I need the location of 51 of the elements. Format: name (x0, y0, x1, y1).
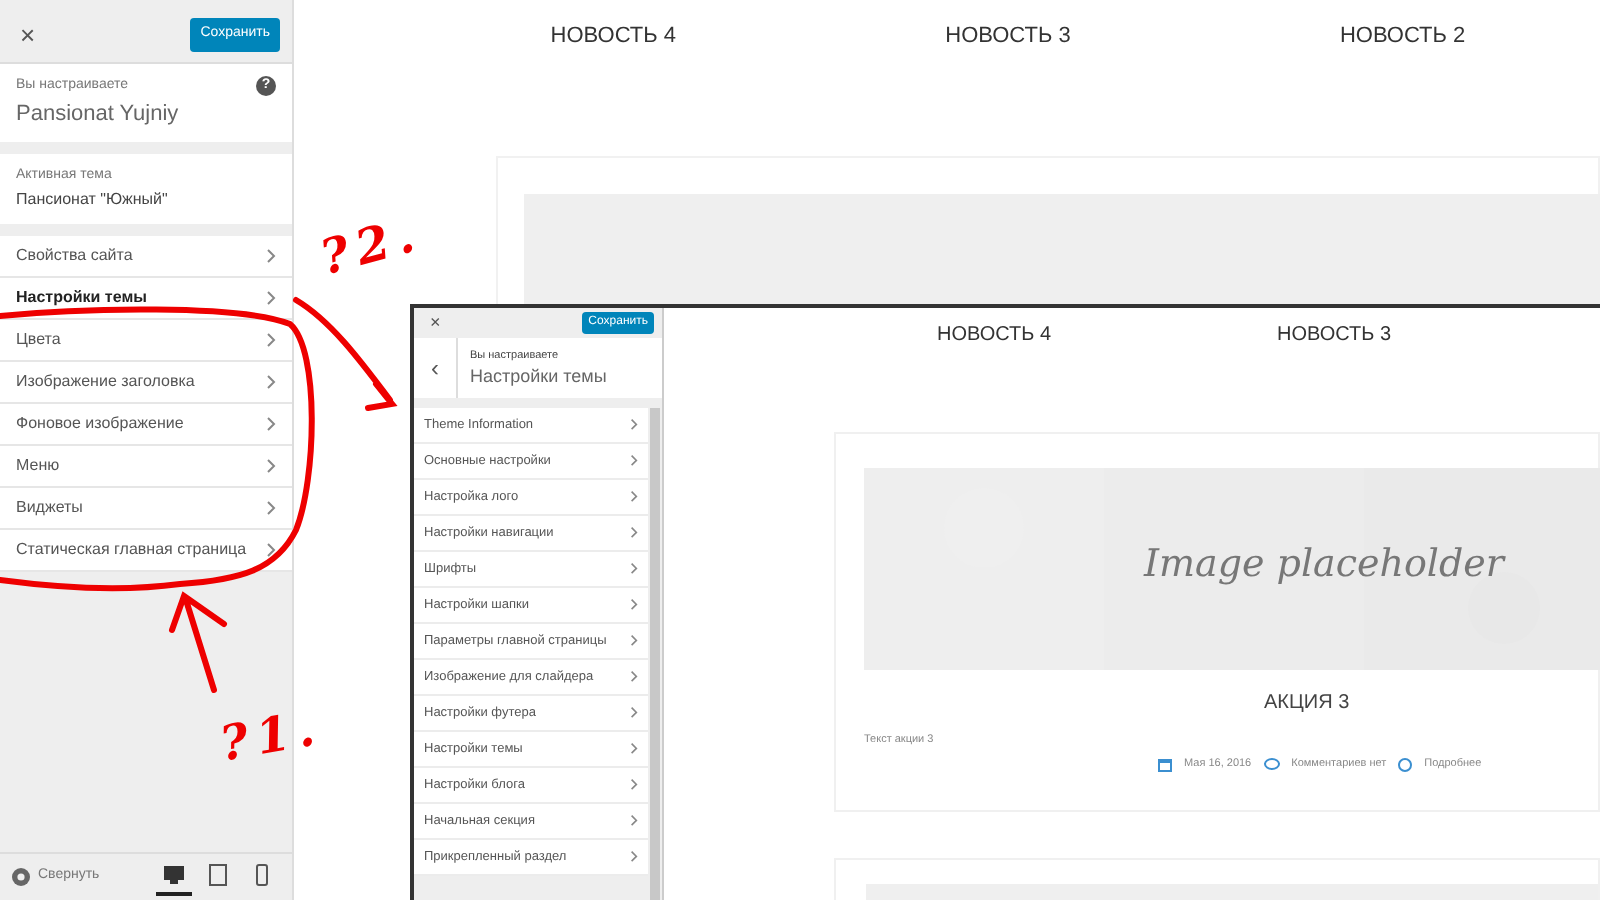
chevron-icon (630, 562, 638, 576)
nav-link[interactable]: НОВОСТЬ 3 (945, 20, 1071, 53)
close-button[interactable]: × (422, 314, 449, 332)
more-icon (1398, 757, 1413, 772)
annotation-text: ?1. (214, 695, 328, 777)
chevron-icon (266, 373, 276, 389)
hand-drawn-arrow (293, 297, 395, 411)
annotation-text: ?2. (312, 201, 430, 291)
menu-item[interactable]: Меню (0, 445, 292, 487)
chevron-icon (630, 742, 638, 756)
chevron-icon (266, 415, 276, 431)
chevron-icon (630, 490, 638, 504)
comment-icon (1263, 757, 1280, 772)
tablet-icon (206, 863, 230, 886)
chevron-icon (630, 778, 638, 792)
chevron-icon (266, 331, 276, 347)
chevron-icon (630, 706, 638, 720)
chevron-icon (630, 670, 638, 684)
theme-name: Пансионат "Южный" (16, 187, 170, 211)
close-button[interactable]: × (12, 22, 44, 48)
menu-item[interactable]: Фоновое изображение (0, 403, 292, 445)
nav-link[interactable]: НОВОСТЬ 3 (1164, 320, 1504, 350)
chevron-icon (630, 526, 638, 540)
site-name: Pansionat Yujniy (16, 99, 179, 129)
chevron-icon (266, 541, 276, 557)
hand-drawn-arrow (169, 591, 227, 693)
desktop-icon (162, 863, 186, 886)
chevron-icon (266, 247, 276, 263)
nav-link[interactable]: НОВОСТЬ 4 (550, 20, 677, 53)
menu-item[interactable]: Статическая главная страница (0, 529, 292, 571)
menu-item[interactable]: Свойства сайта (0, 235, 292, 277)
chevron-icon (630, 634, 638, 648)
nav-link[interactable]: НОВОСТЬ 2 (1339, 20, 1466, 53)
chevron-icon (630, 418, 638, 432)
collapse-icon[interactable] (12, 868, 30, 886)
menu-item[interactable]: Изображение заголовка (0, 361, 292, 403)
chevron-icon (630, 850, 638, 864)
chevron-icon (266, 457, 276, 473)
chevron-icon (630, 598, 638, 612)
chevron-icon (266, 289, 276, 305)
chevron-icon (630, 454, 638, 468)
image-placeholder-text: Image placeholder (1144, 540, 1504, 590)
menu-item[interactable]: Цвета (0, 319, 292, 361)
calendar-icon (1158, 757, 1172, 772)
menu-item[interactable]: Виджеты (0, 487, 292, 529)
nav-link[interactable]: НОВОСТЬ 4 (824, 320, 1164, 350)
post-title: АКЦИЯ 3 (1264, 690, 1350, 718)
chevron-icon (630, 814, 638, 828)
chevron-icon (266, 499, 276, 515)
section-title: Настройки темы (470, 364, 607, 391)
mobile-icon (250, 863, 274, 886)
